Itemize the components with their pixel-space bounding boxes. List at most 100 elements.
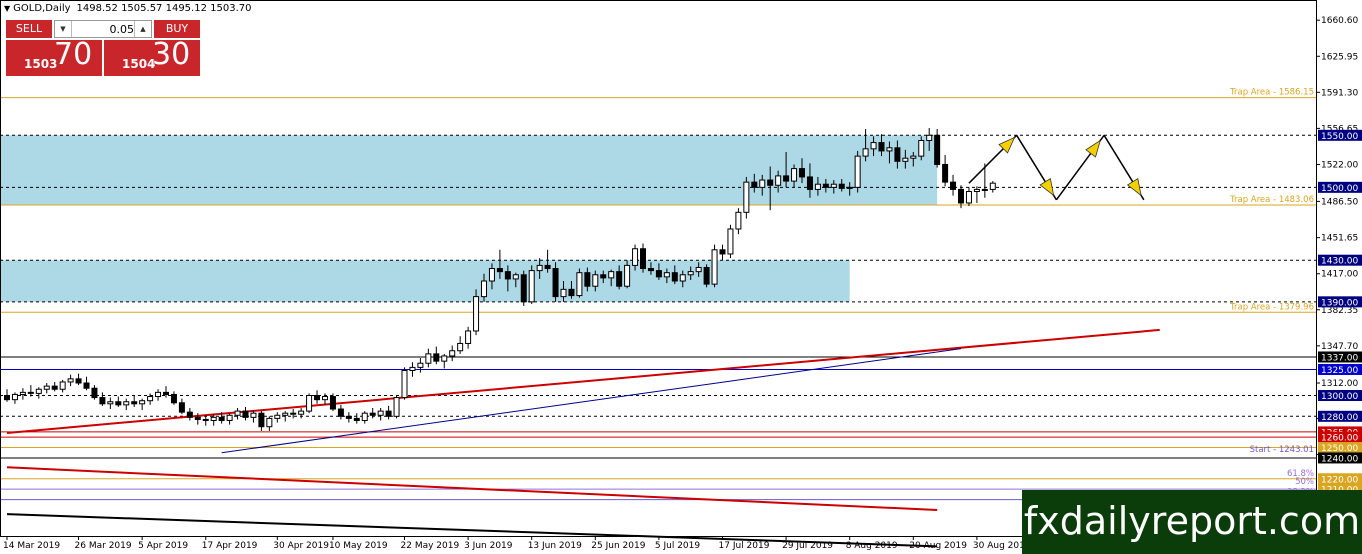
candle-body <box>27 391 34 394</box>
time-tick-label: 3 Jun 2019 <box>464 541 513 551</box>
time-tick-label: 13 Jun 2019 <box>528 541 582 551</box>
sell-button[interactable]: SELL <box>6 20 52 38</box>
candle-body <box>950 181 957 190</box>
candle-body <box>290 412 297 415</box>
candle-body <box>385 410 392 417</box>
candle-body <box>425 353 432 364</box>
sell-price-small: 1503 <box>24 57 58 71</box>
candle-body <box>568 288 575 297</box>
candle-body <box>234 410 241 416</box>
candle-body <box>743 181 750 213</box>
candle-body <box>298 410 305 415</box>
price-level-tag-label: 1390.00 <box>1321 298 1358 308</box>
candle-body <box>131 401 138 405</box>
buy-price-box[interactable]: 1504 30 <box>104 37 200 76</box>
level-annotation: Trap Area - 1379.96 <box>1229 302 1314 312</box>
price-tick-label: 1591.30 <box>1321 88 1358 98</box>
candle-body <box>918 140 925 157</box>
candle-body <box>266 417 273 428</box>
candle-body <box>814 183 821 190</box>
time-tick-label: 5 Apr 2019 <box>138 541 188 551</box>
candle-body <box>329 396 336 410</box>
candle-body <box>560 288 567 298</box>
candle-body <box>314 394 321 401</box>
candle-body <box>894 147 901 162</box>
candle-body <box>751 181 758 188</box>
candle-body <box>512 274 519 280</box>
candle-body <box>647 268 654 272</box>
price-tick-label: 1486.50 <box>1321 197 1358 207</box>
candle-body <box>520 274 527 303</box>
candle-body <box>457 342 464 352</box>
buy-button[interactable]: BUY <box>154 20 200 38</box>
lot-size-control: ▼ ▲ <box>54 20 152 38</box>
candle-body <box>616 271 623 287</box>
candle-body <box>155 391 162 398</box>
candle-body <box>822 183 829 188</box>
candle-body <box>250 412 257 418</box>
candle-body <box>194 416 201 420</box>
candle-body <box>584 272 591 287</box>
watermark-logo: fxdailyreport.com <box>1022 490 1362 554</box>
candle-body <box>965 191 972 204</box>
candle-body <box>671 272 678 282</box>
candle-body <box>496 268 503 273</box>
symbol-label: GOLD,Daily <box>13 3 71 14</box>
candle-body <box>345 415 352 419</box>
trendlines-layer <box>6 328 1160 548</box>
price-level-tag-label: 1240.00 <box>1321 454 1358 464</box>
price-level-tag-label: 1325.00 <box>1321 366 1358 376</box>
candle-body <box>170 393 177 404</box>
candle-body <box>576 272 583 297</box>
zones-layer <box>0 135 938 302</box>
candle-body <box>592 274 599 287</box>
annotations-layer: Trap Area - 1586.15 Trap Area - 1483.06 Tr… <box>1229 88 1314 498</box>
candle-body <box>369 412 376 416</box>
candle-body <box>973 188 980 193</box>
candle-body <box>838 183 845 189</box>
candle-body <box>481 280 487 298</box>
candle-body <box>433 353 440 362</box>
time-tick-label: 20 Aug 2019 <box>909 541 967 551</box>
candle-body <box>218 416 225 421</box>
candle-body <box>163 391 169 395</box>
candle-body <box>465 330 472 344</box>
time-tick-label: 25 Jun 2019 <box>591 541 645 551</box>
candle-body <box>306 394 313 412</box>
candle-body <box>600 274 607 279</box>
price-tick-label: 1451.65 <box>1321 234 1358 244</box>
candle-body <box>703 266 710 285</box>
price-level-tag-label: 1300.00 <box>1321 392 1358 402</box>
candle-body <box>115 401 122 406</box>
candle-body <box>441 355 448 362</box>
lot-size-input[interactable] <box>72 22 136 36</box>
price-level-tag-label: 1337.00 <box>1321 353 1358 363</box>
candle-body <box>4 394 10 401</box>
candle-body <box>910 155 917 159</box>
candle-body <box>322 396 328 401</box>
trendline <box>6 328 1160 434</box>
time-axis: 14 Mar 2019 26 Mar 2019 5 Apr 2019 17 Apr 2… <box>3 536 1031 551</box>
candle-body <box>624 264 631 287</box>
candle-body <box>830 183 837 188</box>
projection-arrow-icon <box>1039 177 1055 197</box>
candle-body <box>59 381 66 390</box>
candle-body <box>942 163 949 183</box>
candle-body <box>178 402 185 413</box>
projection-layer <box>968 134 1145 201</box>
candle-body <box>536 264 543 272</box>
candle-body <box>926 134 933 142</box>
lot-decrease-icon[interactable]: ▼ <box>55 21 72 37</box>
candle-body <box>107 401 114 405</box>
candle-body <box>791 168 798 182</box>
candle-body <box>735 211 742 230</box>
price-chart[interactable]: Trap Area - 1586.15 Trap Area - 1483.06 Tr… <box>0 0 1362 554</box>
candle-body <box>282 412 289 416</box>
candle-body <box>473 296 480 332</box>
candle-body <box>799 168 805 178</box>
time-tick-label: 8 Aug 2019 <box>846 541 898 551</box>
candle-body <box>377 410 384 416</box>
price-tick-label: 1347.70 <box>1321 342 1358 352</box>
sell-price-box[interactable]: 1503 70 <box>6 37 102 76</box>
lot-increase-icon[interactable]: ▲ <box>134 21 151 37</box>
